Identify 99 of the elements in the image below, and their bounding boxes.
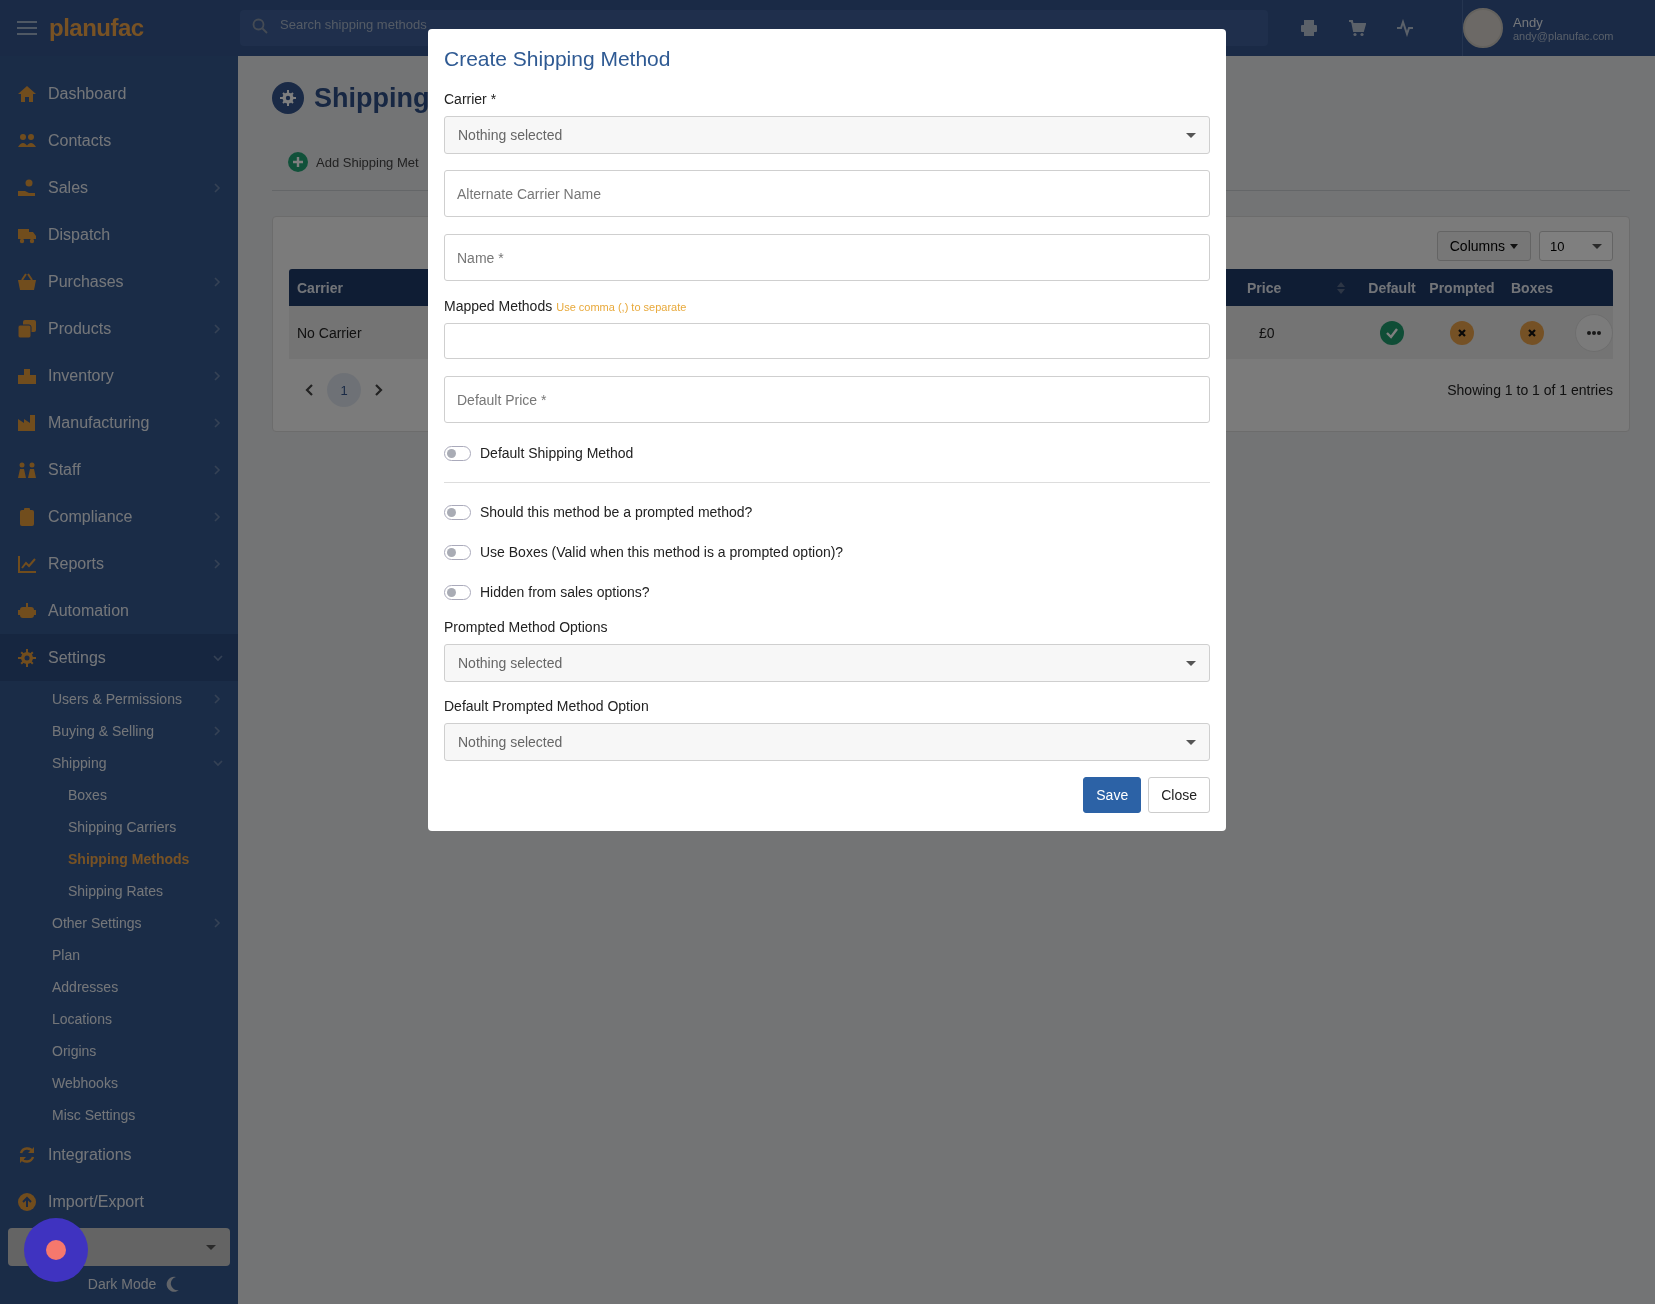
columns-button[interactable]: Columns [1436,231,1531,261]
basket-icon [17,271,37,292]
field-label: Default Prompted Method Option [444,698,650,714]
input-field[interactable]: Alternate Carrier Name [444,170,1210,217]
toggle-label: Use Boxes (Valid when this method is a prompted option)? [480,544,844,560]
user-email: andy@planufac.com [1513,29,1614,42]
refresh-icon [17,1144,37,1165]
table-cell: £0 [1259,324,1275,341]
plus-icon [288,152,308,172]
moon-icon [166,1276,181,1292]
robot-icon [17,600,37,621]
toggle-label: Hidden from sales options? [480,584,650,600]
sidebar-item[interactable]: Sales [0,164,238,211]
save-button[interactable]: Save [1083,777,1142,813]
cart-icon[interactable] [1348,19,1366,37]
dropdown-field[interactable]: Nothing selected [444,116,1210,154]
modal-title: Create Shipping Method [444,47,672,71]
sidebar-item[interactable]: Reports [0,540,238,587]
sidebar-item[interactable]: Purchases [0,258,238,305]
pulse-icon[interactable] [1396,19,1414,37]
sidebar-item[interactable]: Shipping [0,747,238,779]
gear-icon [17,647,37,668]
toggle-switch[interactable] [444,445,471,461]
sidebar-item[interactable]: Shipping Methods [0,843,238,875]
boxes-icon [17,318,37,339]
caret-icon [1510,243,1518,249]
sidebar-item[interactable]: Shipping Rates [0,875,238,907]
sidebar-item[interactable]: Plan [0,939,238,971]
caret-icon [1592,243,1602,249]
sidebar-item[interactable]: Misc Settings [0,1099,238,1131]
search-icon [252,18,268,34]
sort-icon[interactable] [1337,281,1345,294]
sidebar-item[interactable]: Shipping Carriers [0,811,238,843]
menu-icon[interactable] [17,20,37,36]
caret-icon [1186,132,1196,138]
chevron-right-icon[interactable] [375,384,383,396]
factory-icon [17,412,37,433]
toggle-label: Should this method be a prompted method? [480,504,753,520]
toggle-switch[interactable] [444,544,471,560]
toggle-switch[interactable] [444,504,471,520]
toggle-switch[interactable] [444,584,471,600]
column-header[interactable]: Carrier [297,279,343,296]
column-header[interactable]: Default [1368,279,1416,296]
printer-icon[interactable] [1300,19,1318,37]
entries-info: Showing 1 to 1 of 1 entries [1447,382,1613,398]
avatar[interactable] [1463,8,1503,48]
close-button[interactable]: Close [1148,777,1210,813]
sidebar-item[interactable]: Users & Permissions [0,683,238,715]
column-header[interactable]: Boxes [1511,279,1553,296]
ellipsis-icon [1587,330,1601,335]
upload-icon [17,1191,37,1212]
sidebar-item[interactable]: Other Settings [0,907,238,939]
user-name: Andy [1513,14,1544,30]
field-label: Carrier * [444,91,498,107]
clipboard-icon [17,506,37,527]
more-button[interactable] [1575,313,1613,352]
line-chart-icon [17,553,37,574]
chevron-left-icon[interactable] [305,384,313,396]
sidebar-item[interactable]: Boxes [0,779,238,811]
dropdown-field[interactable]: Nothing selected [444,644,1210,682]
logo: planufac [49,14,144,42]
gear-icon [272,82,304,114]
page-size-select[interactable]: 10 [1539,231,1613,261]
page-button[interactable]: 1 [327,373,361,407]
field-label: Prompted Method Options [444,619,609,635]
sidebar-item[interactable]: Products [0,305,238,352]
sidebar-item[interactable]: Dashboard [0,70,238,117]
page-title: Shipping [314,82,430,114]
input-field[interactable]: Default Price * [444,376,1210,423]
sidebar-item[interactable]: Integrations [0,1131,238,1178]
add-button[interactable]: Add Shipping Met [272,152,419,172]
hand-coin-icon [17,177,37,198]
sidebar-item[interactable]: Compliance [0,493,238,540]
sidebar-item[interactable]: Contacts [0,117,238,164]
sidebar-item[interactable]: Locations [0,1003,238,1035]
sidebar-item[interactable]: Inventory [0,352,238,399]
sidebar-item[interactable]: Origins [0,1035,238,1067]
caret-icon [1186,660,1196,666]
caret-icon [206,1244,216,1250]
input-field[interactable]: Name * [444,234,1210,281]
house-icon [17,83,37,104]
field-label: Mapped Methods [444,298,553,314]
sidebar-item[interactable]: Automation [0,587,238,634]
caret-icon [1186,739,1196,745]
sidebar-item[interactable]: Staff [0,446,238,493]
dark-mode-toggle[interactable]: Dark Mode [8,1276,230,1292]
input-field[interactable] [444,323,1210,359]
sidebar-item[interactable]: Addresses [0,971,238,1003]
column-header[interactable]: Price [1247,279,1282,296]
sidebar-item[interactable]: Buying & Selling [0,715,238,747]
column-header[interactable]: Prompted [1429,279,1495,296]
sidebar-item[interactable]: Manufacturing [0,399,238,446]
table-cell: No Carrier [297,324,362,341]
hint-text: Use comma (,) to separate [556,301,687,313]
toggle-label: Default Shipping Method [480,445,634,461]
sidebar-item[interactable]: Settings [0,634,238,681]
dropdown-field[interactable]: Nothing selected [444,723,1210,761]
sidebar-item[interactable]: Dispatch [0,211,238,258]
sidebar-item[interactable]: Webhooks [0,1067,238,1099]
